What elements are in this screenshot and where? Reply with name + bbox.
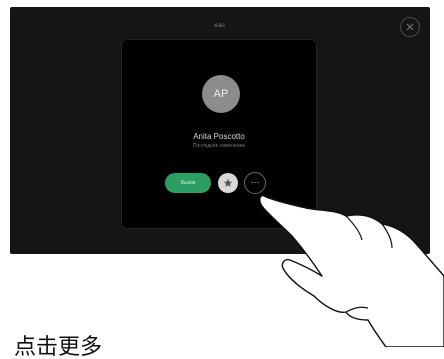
favorite-button[interactable] xyxy=(218,173,238,193)
avatar: AP xyxy=(202,75,240,113)
pointing-hand-illustration xyxy=(259,194,444,347)
star-icon xyxy=(223,178,233,187)
call-button[interactable]: Вызов xyxy=(165,173,211,193)
contact-detail: Последнее изменение xyxy=(192,143,246,149)
contact-name: Anita Poscotto xyxy=(193,132,245,141)
close-button[interactable] xyxy=(400,17,420,37)
screen-title: нас xyxy=(214,23,226,29)
caption: 点击更多 xyxy=(14,334,103,359)
close-icon xyxy=(406,23,414,31)
